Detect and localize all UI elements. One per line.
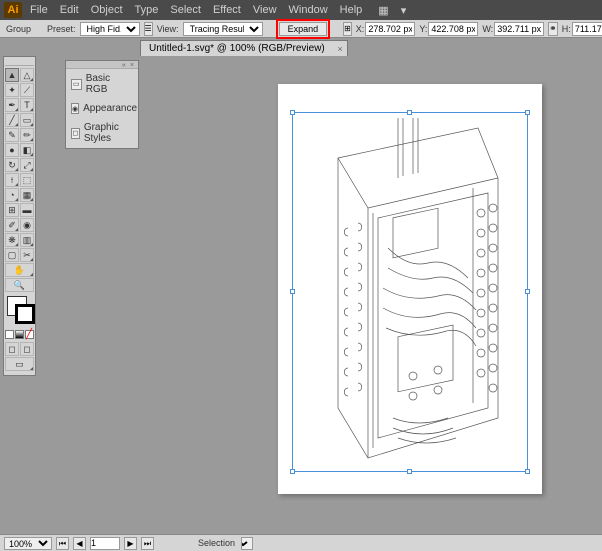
y-input[interactable] [428, 22, 478, 36]
line-tool[interactable]: ╱ [5, 113, 19, 127]
first-page-icon[interactable]: ⏮ [56, 537, 69, 550]
draw-normal[interactable]: ◻ [5, 342, 19, 356]
next-page-icon[interactable]: ▶ [124, 537, 137, 550]
menu-file[interactable]: File [30, 4, 48, 16]
artboard-nav-input[interactable] [90, 537, 120, 550]
last-page-icon[interactable]: ⏭ [141, 537, 154, 550]
arrange-icon[interactable]: ▾ [401, 4, 407, 17]
y-label: Y: [419, 24, 427, 34]
h-label: H: [562, 24, 571, 34]
canvas[interactable] [38, 56, 602, 534]
prev-page-icon[interactable]: ◀ [73, 537, 86, 550]
menu-help[interactable]: Help [340, 4, 363, 16]
slice-tool[interactable]: ✂ [20, 248, 34, 262]
free-transform-tool[interactable]: ⬚ [20, 173, 34, 187]
pencil-tool[interactable]: ✏ [20, 128, 34, 142]
traced-image[interactable] [298, 118, 522, 466]
w-input[interactable] [494, 22, 544, 36]
status-select[interactable] [241, 537, 253, 550]
menu-window[interactable]: Window [289, 4, 328, 16]
zoom-tool[interactable]: 🔍 [5, 278, 34, 292]
menu-select[interactable]: Select [170, 4, 201, 16]
app-logo: Ai [4, 2, 22, 18]
magic-wand-tool[interactable]: ✦ [5, 83, 19, 97]
perspective-grid-tool[interactable]: ▦ [20, 188, 34, 202]
eraser-tool[interactable]: ◧ [20, 143, 34, 157]
none-mode[interactable]: ╱ [25, 330, 34, 339]
link-icon[interactable]: ⚭ [548, 22, 558, 36]
draw-behind[interactable]: ◻ [20, 342, 34, 356]
gradient-mode[interactable] [15, 330, 24, 339]
screen-mode[interactable]: ▭ [5, 357, 34, 371]
tab-title: Untitled-1.svg* @ 100% (RGB/Preview) [149, 43, 325, 54]
reference-point-icon[interactable]: ⊞ [343, 22, 352, 36]
scale-tool[interactable]: ⤢ [20, 158, 34, 172]
lasso-tool[interactable]: ⟋ [20, 83, 34, 97]
menu-object[interactable]: Object [91, 4, 123, 16]
width-tool[interactable]: ⟊ [5, 173, 19, 187]
close-icon[interactable]: × [338, 42, 343, 57]
w-label: W: [482, 24, 493, 34]
rotate-tool[interactable]: ↻ [5, 158, 19, 172]
menu-effect[interactable]: Effect [213, 4, 241, 16]
x-label: X: [356, 24, 365, 34]
direct-selection-tool[interactable]: △ [20, 68, 34, 82]
bridge-icon[interactable]: ▦ [378, 4, 388, 17]
menu-view[interactable]: View [253, 4, 277, 16]
mesh-tool[interactable]: ⊞ [5, 203, 19, 217]
artboard-tool[interactable]: ▢ [5, 248, 19, 262]
menu-edit[interactable]: Edit [60, 4, 79, 16]
symbol-sprayer-tool[interactable]: ❋ [5, 233, 19, 247]
document-tab[interactable]: Untitled-1.svg* @ 100% (RGB/Preview) × [140, 40, 348, 56]
expand-button[interactable]: Expand [279, 22, 328, 36]
shape-builder-tool[interactable]: ◔ [5, 188, 19, 202]
selection-tool[interactable]: ▲ [5, 68, 19, 82]
x-input[interactable] [365, 22, 415, 36]
zoom-select[interactable]: 100% [4, 537, 52, 550]
view-select[interactable]: Tracing Result [183, 22, 263, 36]
eyedropper-tool[interactable]: ✐ [5, 218, 19, 232]
view-label: View: [157, 24, 179, 34]
preset-label: Preset: [47, 24, 76, 34]
column-graph-tool[interactable]: ▥ [20, 233, 34, 247]
status-mode: Selection [198, 538, 235, 548]
gradient-tool[interactable]: ▬ [20, 203, 34, 217]
rectangle-tool[interactable]: ▭ [20, 113, 34, 127]
blend-tool[interactable]: ◉ [20, 218, 34, 232]
color-mode[interactable] [5, 330, 14, 339]
hand-tool[interactable]: ✋ [5, 263, 34, 277]
toolbox: ▲△ ✦⟋ ✒T ╱▭ ✎✏ ●◧ ↻⤢ ⟊⬚ ◔▦ ⊞▬ ✐◉ ❋▥ ▢✂ ✋… [3, 56, 36, 376]
stroke-swatch[interactable] [15, 304, 35, 324]
preset-select[interactable]: High Fid... [80, 22, 140, 36]
menu-type[interactable]: Type [135, 4, 159, 16]
type-tool[interactable]: T [20, 98, 34, 112]
pen-tool[interactable]: ✒ [5, 98, 19, 112]
h-input[interactable] [572, 22, 602, 36]
paintbrush-tool[interactable]: ✎ [5, 128, 19, 142]
blob-brush-tool[interactable]: ● [5, 143, 19, 157]
group-label: Group [6, 24, 31, 34]
preset-options-icon[interactable]: ☰ [144, 22, 153, 36]
